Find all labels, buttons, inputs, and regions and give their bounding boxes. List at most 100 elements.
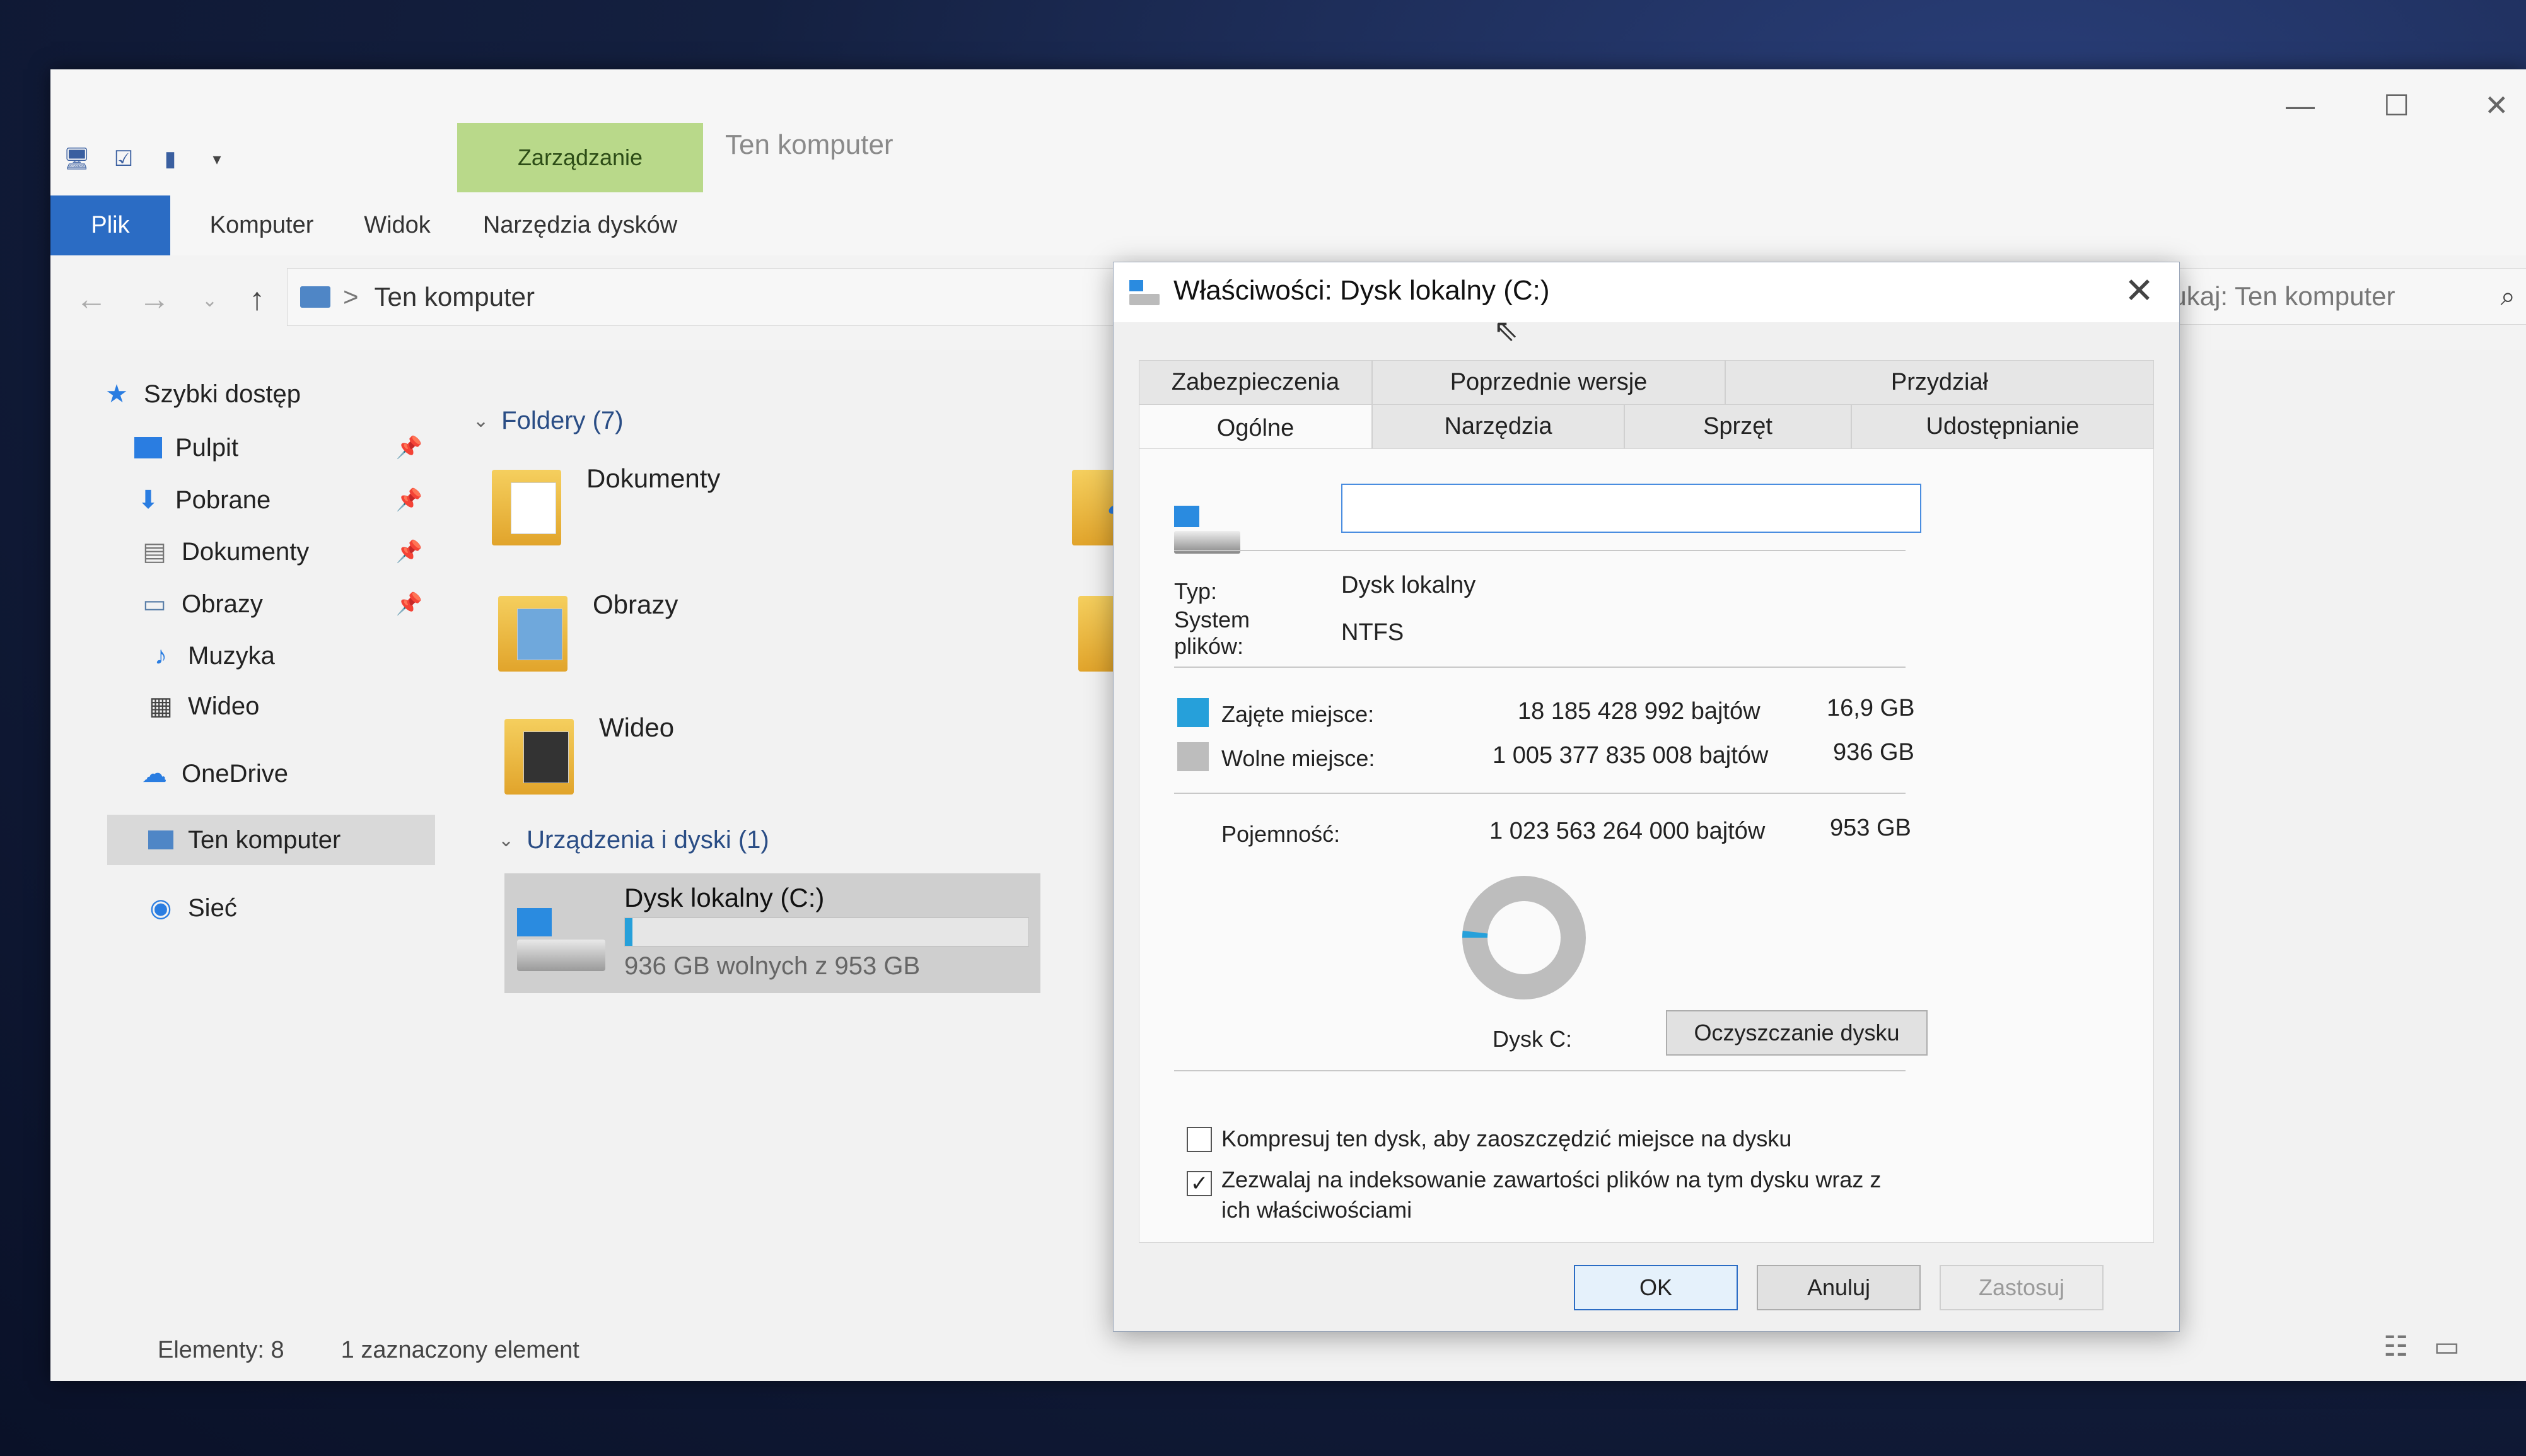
pin-icon[interactable]: 📌 (396, 435, 422, 460)
used-space-label: Zajęte miejsce: (1221, 701, 1375, 727)
pin-icon[interactable]: 📌 (396, 539, 422, 564)
title-bar: 🖥 ☑ ▮ ▾ Zarządzanie Ten komputer — ☐ ✕ (50, 69, 2526, 195)
view-switcher: ☷ ▭ (2383, 1331, 2460, 1363)
sidebar-item-label: Muzyka (188, 641, 275, 670)
capacity-label: Pojemność: (1221, 821, 1341, 847)
sidebar-item-label: Obrazy (182, 590, 263, 618)
hard-drive-icon (1174, 506, 1243, 556)
selection-count: 1 zaznaczony element (340, 1337, 579, 1363)
document-icon: ▤ (143, 538, 166, 566)
used-space-color-swatch (1177, 698, 1209, 727)
chevron-down-icon: ⌄ (473, 411, 489, 431)
folder-icon (492, 457, 567, 545)
drive-free-space: 936 GB wolnych z 953 GB (624, 952, 921, 980)
tab-drive-tools[interactable]: Narzędzia dysków (467, 195, 694, 255)
divider (1174, 1070, 1906, 1071)
index-checkbox[interactable]: ✓ (1187, 1171, 1212, 1196)
compress-checkbox[interactable] (1187, 1127, 1212, 1152)
computer-icon (300, 286, 330, 308)
pin-icon[interactable]: 📌 (396, 591, 422, 617)
up-arrow-icon[interactable]: ↑ (249, 281, 265, 317)
tab-security[interactable]: Zabezpieczenia (1139, 360, 1372, 404)
folder-label: Wideo (599, 713, 675, 742)
folder-icon (498, 583, 574, 672)
back-arrow-icon[interactable]: ← (76, 281, 107, 317)
tab-sharing[interactable]: Udostępnianie (1851, 404, 2154, 448)
tab-hardware[interactable]: Sprzęt (1624, 404, 1851, 448)
close-button[interactable]: ✕ (2484, 88, 2509, 122)
type-label: Typ: (1174, 578, 1218, 604)
sidebar-item-documents[interactable]: ▤ Dokumenty 📌 (139, 527, 460, 577)
folder-item-documents[interactable]: Dokumenty (492, 457, 720, 545)
devices-group-header[interactable]: ⌄ Urządzenia i dyski (1) (498, 826, 769, 854)
tab-view[interactable]: Widok (340, 195, 454, 255)
forward-arrow-icon[interactable]: → (139, 281, 170, 317)
tab-quota[interactable]: Przydział (1725, 360, 2154, 404)
sidebar-item-quick-access[interactable]: ★ Szybki dostęp (101, 369, 479, 419)
tab-tools[interactable]: Narzędzia (1372, 404, 1624, 448)
tab-file[interactable]: Plik (50, 195, 170, 255)
folder-icon (504, 706, 580, 795)
disk-cleanup-button[interactable]: Oczyszczanie dysku (1666, 1010, 1928, 1056)
sidebar-item-label: Pulpit (175, 433, 239, 462)
manage-contextual-tab[interactable]: Zarządzanie (457, 123, 703, 192)
minimize-button[interactable]: — (2286, 88, 2315, 122)
sidebar-item-this-pc[interactable]: Ten komputer (107, 815, 435, 865)
sidebar-item-pictures[interactable]: ▭ Obrazy 📌 (139, 579, 460, 629)
computer-icon (145, 825, 177, 854)
sidebar-item-label: Dokumenty (182, 537, 310, 566)
capacity-gb: 953 GB (1830, 815, 1911, 841)
group-title: Foldery (7) (501, 407, 624, 434)
sidebar-item-label: OneDrive (182, 759, 288, 788)
window-title: Ten komputer (725, 129, 893, 160)
properties-dialog: Właściwości: Dysk lokalny (C:) ✕ ⇖ Zabez… (1113, 262, 2180, 1332)
sidebar-item-music[interactable]: ♪ Muzyka (145, 631, 460, 681)
disk-usage-donut-chart (1462, 876, 1586, 999)
type-value: Dysk lokalny (1341, 572, 1476, 598)
search-icon[interactable]: ⌕ (2500, 281, 2515, 312)
navigation-pane: ★ Szybki dostęp Pulpit 📌 ⬇ Pobrane 📌 ▤ D… (50, 350, 435, 1327)
group-title: Urządzenia i dyski (1) (527, 826, 769, 854)
folders-group-header[interactable]: ⌄ Foldery (7) (473, 407, 624, 435)
apply-button[interactable]: Zastosuj (1940, 1265, 2104, 1310)
item-count: Elementy: 8 (158, 1337, 284, 1363)
tab-previous-versions[interactable]: Poprzednie wersje (1372, 360, 1725, 404)
cancel-button[interactable]: Anuluj (1757, 1265, 1921, 1310)
ok-button[interactable]: OK (1574, 1265, 1738, 1310)
properties-icon[interactable]: ☑ (110, 145, 137, 173)
cloud-icon: ☁ (142, 760, 167, 788)
large-icons-view-icon[interactable]: ▭ (2433, 1331, 2460, 1363)
filesystem-value: NTFS (1341, 619, 1404, 646)
details-view-icon[interactable]: ☷ (2383, 1331, 2408, 1363)
folder-item-video[interactable]: Wideo (504, 706, 674, 795)
video-icon: ▦ (149, 692, 173, 720)
dialog-title-bar: Właściwości: Dysk lokalny (C:) ✕ (1114, 262, 2179, 322)
pin-icon[interactable]: 📌 (396, 487, 422, 513)
drive-name: Dysk lokalny (C:) (624, 883, 825, 912)
drive-item-c[interactable]: Dysk lokalny (C:) 936 GB wolnych z 953 G… (504, 873, 1040, 993)
free-space-ring (1462, 876, 1586, 999)
dialog-close-button[interactable]: ✕ (2124, 270, 2154, 312)
folder-label: Obrazy (593, 590, 678, 619)
tab-row-back: Zabezpieczenia Poprzednie wersje Przydzi… (1139, 360, 2154, 404)
tab-general[interactable]: Ogólne (1139, 404, 1372, 452)
folder-item-pictures[interactable]: Obrazy (498, 583, 678, 672)
drive-usage-fill (625, 918, 632, 946)
quick-access-toolbar: 🖥 ☑ ▮ ▾ (63, 145, 231, 173)
sidebar-item-video[interactable]: ▦ Wideo (145, 681, 460, 731)
chevron-down-icon: ⌄ (498, 830, 515, 851)
content-pane: ⌄ Foldery (7) Dokumenty Obrazy Wideo ♪ ⬇… (454, 350, 1173, 1296)
sidebar-item-network[interactable]: ◉ Sieć (145, 883, 460, 933)
computer-icon[interactable]: 🖥 (63, 145, 91, 173)
chevron-down-icon[interactable]: ▾ (203, 145, 231, 173)
recent-chevron-icon[interactable]: ⌄ (202, 289, 218, 317)
sidebar-item-onedrive[interactable]: ☁ OneDrive (139, 748, 460, 799)
drive-name-field[interactable] (1341, 484, 1921, 533)
sidebar-item-desktop[interactable]: Pulpit 📌 (132, 422, 460, 473)
maximize-button[interactable]: ☐ (2383, 88, 2409, 122)
sidebar-item-downloads[interactable]: ⬇ Pobrane 📌 (132, 475, 460, 525)
tab-computer[interactable]: Komputer (189, 195, 334, 255)
new-folder-icon[interactable]: ▮ (156, 145, 184, 173)
free-space-color-swatch (1177, 742, 1209, 771)
breadcrumb[interactable]: Ten komputer (375, 282, 535, 312)
